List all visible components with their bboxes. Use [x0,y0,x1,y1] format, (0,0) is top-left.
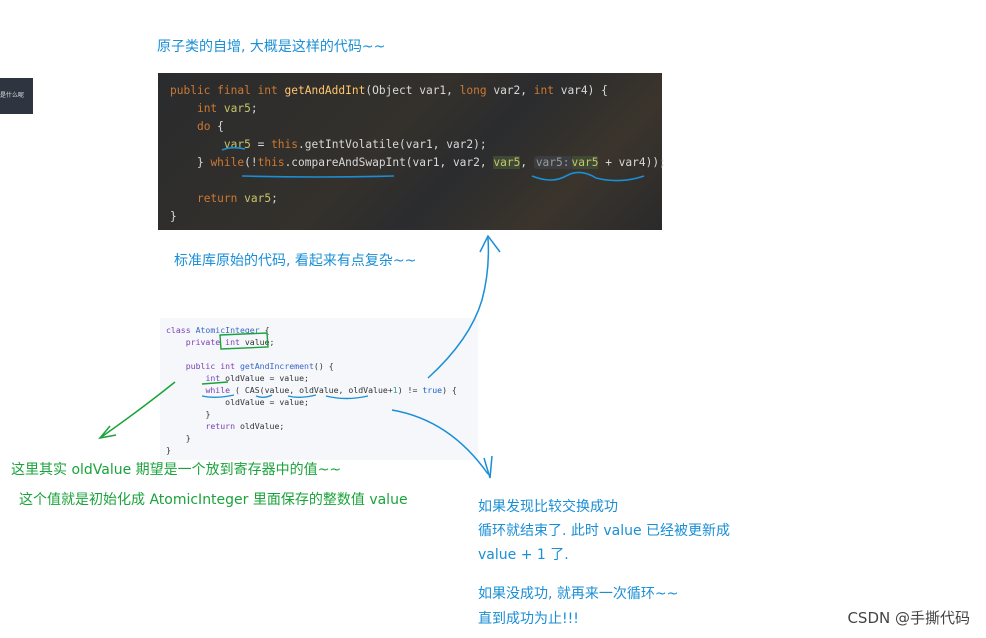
code-line: return oldValue; [205,421,285,431]
note-oldvalue-2: 这个值就是初始化成 AtomicInteger 里面保存的整数值 value [19,492,408,508]
arrow-blue-down-head [483,455,493,479]
code-line: class AtomicInteger { [166,325,270,335]
code-line: public int getAndIncrement() { [185,361,334,371]
code-line: do { [196,120,224,133]
code-line: while ( CAS(value, oldValue, oldValue+1)… [205,385,457,395]
side-tab[interactable]: 是什么呢 [0,78,33,114]
arrow-green-left-head [98,425,117,440]
note-success-2: 循环就结束了. 此时 value 已经被更新成 [478,523,731,539]
code-line: int oldValue = value; [205,373,309,383]
code-line: private int value; [185,337,275,347]
note-stdlib: 标准库原始的代码, 看起来有点复杂~~ [174,253,417,269]
param-hint: var5: [533,156,572,169]
note-success-1: 如果发现比较交换成功 [478,499,618,515]
code-line: } while(!this.compareAndSwapInt(var1, va… [196,156,666,169]
note-success-3: value + 1 了. [478,547,569,563]
code-block-stdlib: public final int getAndAddInt(Object var… [158,73,666,230]
arrow-blue-up-head [479,234,501,253]
note-fail-1: 如果没成功, 就再来一次循环~~ [478,586,679,602]
code-line: public final int getAndAddInt(Object var… [170,84,608,97]
code-block-pseudo: class AtomicInteger { private int value;… [160,318,478,460]
code-line: } [170,210,177,223]
code-line: oldValue = value; [225,397,309,407]
side-tab-label: 是什么呢 [0,92,25,99]
watermark: CSDN @手撕代码 [847,609,970,627]
code-line: var5 = this.getIntVolatile(var1, var2); [223,138,487,151]
code-line: return var5; [196,192,278,205]
code-line: } [166,445,171,455]
code-line: int var5; [196,102,258,115]
note-fail-2: 直到成功为止!!! [478,611,579,627]
note-oldvalue-1: 这里其实 oldValue 期望是一个放到寄存器中的值~~ [11,462,342,478]
code-line: } [205,409,211,419]
code-line: } [185,433,191,443]
note-atomic-intro: 原子类的自增, 大概是这样的代码~~ [157,39,386,55]
